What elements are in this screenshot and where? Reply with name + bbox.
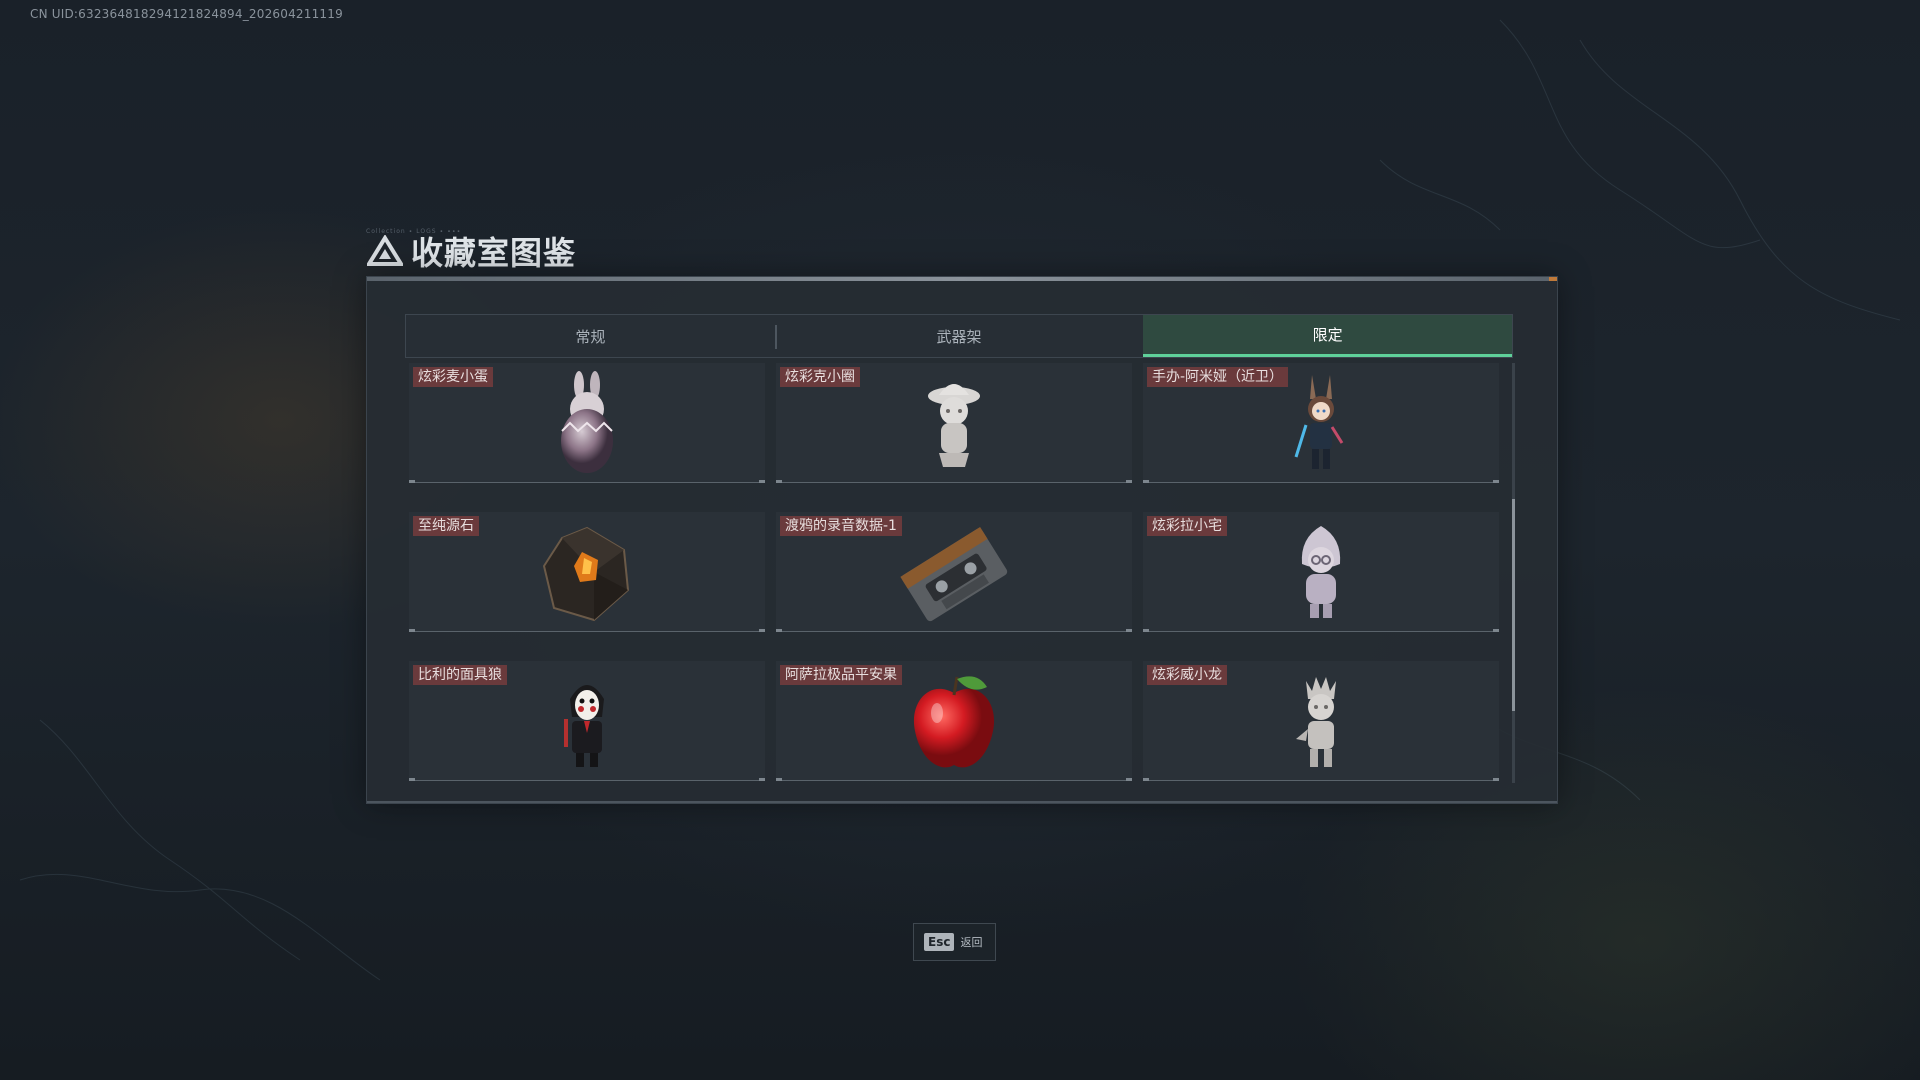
originium-crystal-icon [542, 526, 630, 622]
hat-girl-figure-icon [928, 384, 980, 467]
collection-item-card[interactable]: 炫彩拉小宅 [1143, 512, 1499, 632]
item-label: 渡鸦的录音数据-1 [780, 516, 902, 536]
collection-item-card[interactable]: 比利的面具狼 [409, 661, 765, 781]
dragon-figure-icon [1296, 677, 1336, 767]
item-label: 炫彩威小龙 [1147, 665, 1227, 685]
tab-limited[interactable]: 限定 [1143, 315, 1513, 357]
collection-item-card[interactable]: 渡鸦的录音数据-1 [776, 512, 1132, 632]
scrollbar-thumb[interactable] [1512, 499, 1515, 711]
item-label: 至纯源石 [413, 516, 479, 536]
esc-back-button[interactable]: Esc 返回 [913, 923, 996, 961]
hooded-figure-icon [1301, 526, 1341, 618]
billy-puppet-icon [564, 685, 604, 767]
collection-panel: 常规 武器架 限定 炫彩麦小蛋 炫彩克小圈 手办-阿米娅（近卫） 至纯源石 渡鸦… [366, 276, 1558, 804]
item-label: 比利的面具狼 [413, 665, 507, 685]
tab-regular[interactable]: 常规 [406, 315, 775, 357]
rabbit-egg-figure-icon [561, 371, 613, 473]
back-label: 返回 [960, 936, 983, 949]
esc-key-icon: Esc [924, 933, 955, 951]
panel-top-bar [367, 277, 1557, 281]
red-apple-icon [913, 676, 995, 768]
page-title-area: 收藏室图鉴 [367, 228, 576, 274]
cassette-tape-icon [900, 527, 1008, 622]
grid-scrollbar[interactable] [1512, 363, 1515, 783]
collection-item-card[interactable]: 阿萨拉极品平安果 [776, 661, 1132, 781]
item-label: 炫彩麦小蛋 [413, 367, 493, 387]
collection-item-card[interactable]: 手办-阿米娅（近卫） [1143, 363, 1499, 483]
collection-item-card[interactable]: 炫彩威小龙 [1143, 661, 1499, 781]
amiya-figure-icon [1294, 375, 1344, 469]
tab-weapon-rack[interactable]: 武器架 [774, 315, 1144, 357]
collection-item-card[interactable]: 炫彩克小圈 [776, 363, 1132, 483]
collection-item-card[interactable]: 炫彩麦小蛋 [409, 363, 765, 483]
collection-grid: 炫彩麦小蛋 炫彩克小圈 手办-阿米娅（近卫） 至纯源石 渡鸦的录音数据-1 炫彩… [409, 363, 1499, 783]
item-label: 炫彩拉小宅 [1147, 516, 1227, 536]
page-title: 收藏室图鉴 [411, 234, 577, 272]
category-tabs: 常规 武器架 限定 [405, 314, 1513, 358]
uid-watermark: CN UID:632364818294121824894_20260421111… [30, 7, 343, 21]
triangle-logo-icon [367, 235, 403, 266]
item-label: 炫彩克小圈 [780, 367, 860, 387]
panel-bottom-line [367, 801, 1557, 803]
collection-item-card[interactable]: 至纯源石 [409, 512, 765, 632]
item-label: 阿萨拉极品平安果 [780, 665, 902, 685]
